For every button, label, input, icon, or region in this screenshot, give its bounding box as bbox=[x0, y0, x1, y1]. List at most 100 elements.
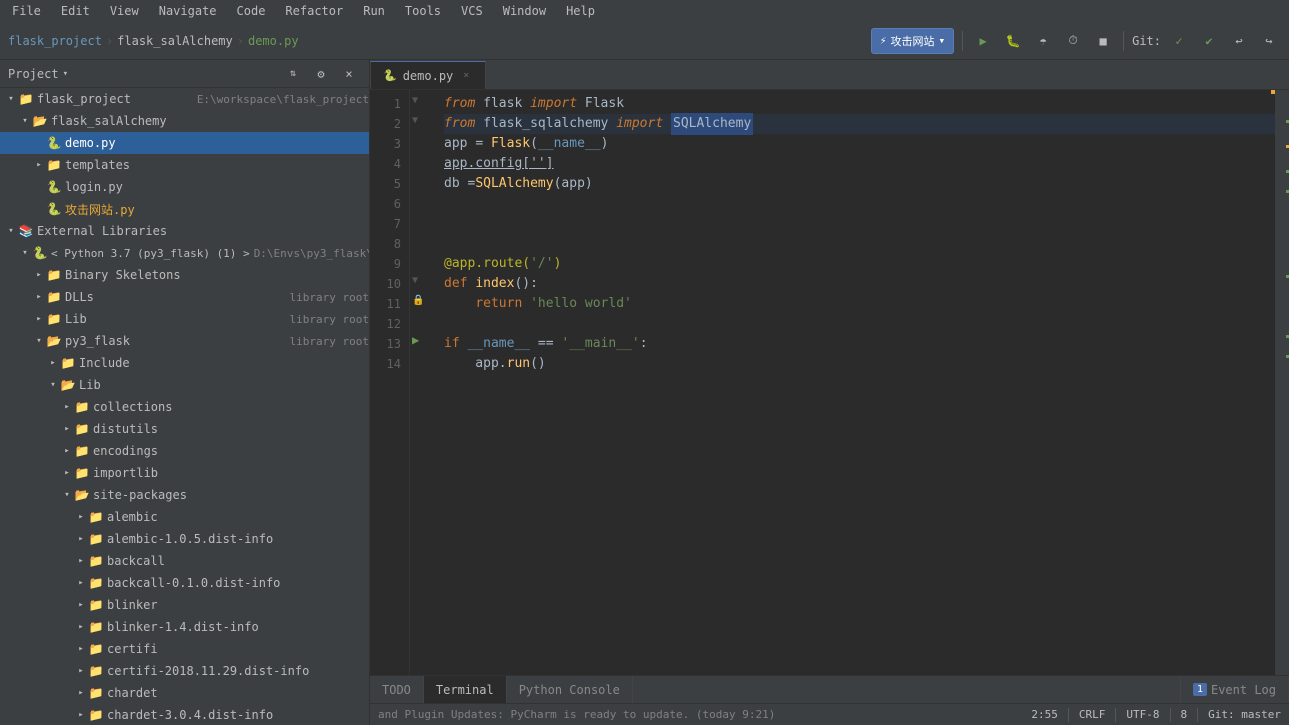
git-commit-icon[interactable]: ✓ bbox=[1167, 29, 1191, 53]
tree-item-site-packages[interactable]: 📂 site-packages bbox=[0, 484, 369, 506]
fold-icon-1[interactable]: ▼ bbox=[412, 90, 418, 110]
toolbar: flask_project › flask_salAlchemy › demo.… bbox=[0, 22, 1289, 60]
tree-item-blinker-dist[interactable]: 📁 blinker-1.4.dist-info bbox=[0, 616, 369, 638]
fold-icon-10[interactable]: ▼ bbox=[412, 270, 418, 290]
tree-item-external-libs[interactable]: 📚 External Libraries bbox=[0, 220, 369, 242]
run-button[interactable]: ▶ bbox=[971, 29, 995, 53]
tree-item-importlib[interactable]: 📁 importlib bbox=[0, 462, 369, 484]
tree-item-chardet-dist[interactable]: 📁 chardet-3.0.4.dist-info bbox=[0, 704, 369, 725]
tree-item-py3-flask[interactable]: 📂 py3_flask library root bbox=[0, 330, 369, 352]
importlib-icon: 📁 bbox=[74, 465, 90, 481]
git-redo-icon[interactable]: ↪ bbox=[1257, 29, 1281, 53]
tree-item-zgjw-py[interactable]: 🐍 攻击网站.py bbox=[0, 198, 369, 220]
menu-navigate[interactable]: Navigate bbox=[155, 2, 221, 20]
tree-item-encodings[interactable]: 📁 encodings bbox=[0, 440, 369, 462]
tree-item-alembic[interactable]: 📁 alembic bbox=[0, 506, 369, 528]
menu-run[interactable]: Run bbox=[359, 2, 389, 20]
git-check-icon[interactable]: ✔ bbox=[1197, 29, 1221, 53]
tree-item-backcall[interactable]: 📁 backcall bbox=[0, 550, 369, 572]
chardet-dist-label: chardet-3.0.4.dist-info bbox=[107, 708, 369, 722]
tree-item-backcall-dist[interactable]: 📁 backcall-0.1.0.dist-info bbox=[0, 572, 369, 594]
menu-window[interactable]: Window bbox=[499, 2, 550, 20]
terminal-label: Terminal bbox=[436, 683, 494, 697]
tree-item-certifi[interactable]: 📁 certifi bbox=[0, 638, 369, 660]
bottom-tab-terminal[interactable]: Terminal bbox=[424, 676, 507, 704]
tree-item-blinker[interactable]: 📁 blinker bbox=[0, 594, 369, 616]
debug-button[interactable]: 🐛 bbox=[1001, 29, 1025, 53]
website-button[interactable]: ⚡ 攻击网站 ▾ bbox=[871, 28, 954, 54]
collections-icon: 📁 bbox=[74, 399, 90, 415]
profile-button[interactable]: ⏱ bbox=[1061, 29, 1085, 53]
tree-item-include[interactable]: 📁 Include bbox=[0, 352, 369, 374]
breadcrumb-project[interactable]: flask_project bbox=[8, 34, 102, 48]
tree-item-distutils[interactable]: 📁 distutils bbox=[0, 418, 369, 440]
tree-item-binary-skeletons[interactable]: 📁 Binary Skeletons bbox=[0, 264, 369, 286]
status-bar: and Plugin Updates: PyCharm is ready to … bbox=[370, 703, 1289, 725]
menu-vcs[interactable]: VCS bbox=[457, 2, 487, 20]
tree-item-dlls[interactable]: 📁 DLLs library root bbox=[0, 286, 369, 308]
tree-item-alembic-dist[interactable]: 📁 alembic-1.0.5.dist-info bbox=[0, 528, 369, 550]
tree-item-login-py[interactable]: 🐍 login.py bbox=[0, 176, 369, 198]
run-arrow-13[interactable]: ▶ bbox=[412, 330, 419, 350]
expand-arrow-lib bbox=[32, 314, 46, 324]
chardet-dist-icon: 📁 bbox=[88, 707, 104, 723]
sidebar-content[interactable]: 📁 flask_project E:\workspace\flask_proje… bbox=[0, 88, 369, 725]
project-icon: 📁 bbox=[18, 91, 34, 107]
tree-item-templates[interactable]: 📁 templates bbox=[0, 154, 369, 176]
right-scrollbar[interactable] bbox=[1275, 90, 1289, 675]
tree-item-flask-salalchemy[interactable]: 📂 flask_salAlchemy bbox=[0, 110, 369, 132]
project-label: Project bbox=[8, 67, 59, 81]
tab-close-button[interactable]: × bbox=[459, 69, 473, 83]
bottom-tab-event-log[interactable]: 1 Event Log bbox=[1180, 676, 1289, 704]
indentation: 8 bbox=[1181, 708, 1188, 721]
code-editor[interactable]: 1 2 3 4 5 6 7 8 9 10 11 12 13 14 ▼ ▼ ▼ bbox=[370, 90, 1289, 675]
bottom-tab-todo[interactable]: TODO bbox=[370, 676, 424, 704]
settings-icon[interactable]: ⚙ bbox=[309, 62, 333, 86]
menu-code[interactable]: Code bbox=[233, 2, 270, 20]
tree-item-lib2[interactable]: 📂 Lib bbox=[0, 374, 369, 396]
status-sep4 bbox=[1197, 708, 1198, 722]
menu-view[interactable]: View bbox=[106, 2, 143, 20]
git-label: Git: bbox=[1132, 34, 1161, 48]
tree-item-python37[interactable]: 🐍 < Python 3.7 (py3_flask) (1) > D:\Envs… bbox=[0, 242, 369, 264]
coverage-button[interactable]: ☂ bbox=[1031, 29, 1055, 53]
fold-icon-2[interactable]: ▼ bbox=[412, 110, 418, 130]
lib2-folder-icon: 📂 bbox=[60, 377, 76, 393]
toolbar-separator bbox=[962, 31, 963, 51]
backcall-label: backcall bbox=[107, 554, 369, 568]
bottom-tab-python-console[interactable]: Python Console bbox=[507, 676, 633, 704]
zgjw-py-label: 攻击网站.py bbox=[65, 201, 369, 218]
breadcrumb-file[interactable]: demo.py bbox=[248, 34, 299, 48]
git-undo-icon[interactable]: ↩ bbox=[1227, 29, 1251, 53]
website-icon: ⚡ bbox=[880, 34, 887, 47]
collapse-all-button[interactable]: ⇅ bbox=[281, 62, 305, 86]
close-sidebar-icon[interactable]: × bbox=[337, 62, 361, 86]
tree-item-lib[interactable]: 📁 Lib library root bbox=[0, 308, 369, 330]
py3-folder-icon: 📂 bbox=[46, 333, 62, 349]
tree-item-collections[interactable]: 📁 collections bbox=[0, 396, 369, 418]
lib-label: Lib bbox=[65, 312, 286, 326]
dropdown-icon[interactable]: ▾ bbox=[63, 69, 68, 79]
menu-tools[interactable]: Tools bbox=[401, 2, 445, 20]
menu-refactor[interactable]: Refactor bbox=[281, 2, 347, 20]
expand-arrow-blinker-dist bbox=[74, 622, 88, 632]
stop-button[interactable]: ■ bbox=[1091, 29, 1115, 53]
tree-item-certifi-dist[interactable]: 📁 certifi-2018.11.29.dist-info bbox=[0, 660, 369, 682]
event-log-label: Event Log bbox=[1211, 683, 1276, 697]
tab-demo-py[interactable]: 🐍 demo.py × bbox=[370, 61, 486, 89]
code-line-14: app.run() bbox=[444, 354, 1275, 374]
tree-item-flask-project[interactable]: 📁 flask_project E:\workspace\flask_proje… bbox=[0, 88, 369, 110]
cursor-position: 2:55 bbox=[1031, 708, 1058, 721]
breadcrumb-module[interactable]: flask_salAlchemy bbox=[117, 34, 233, 48]
code-content[interactable]: from flask import Flask from flask_sqlal… bbox=[432, 90, 1275, 675]
dlls-folder-icon: 📁 bbox=[46, 289, 62, 305]
sidebar-header: Project ▾ ⇅ ⚙ × bbox=[0, 60, 369, 88]
git-branch[interactable]: Git: master bbox=[1208, 708, 1281, 721]
expand-arrow-backcall bbox=[74, 556, 88, 566]
menu-edit[interactable]: Edit bbox=[57, 2, 94, 20]
menu-file[interactable]: File bbox=[8, 2, 45, 20]
tree-item-chardet[interactable]: 📁 chardet bbox=[0, 682, 369, 704]
tree-item-demo-py[interactable]: 🐍 demo.py bbox=[0, 132, 369, 154]
menu-help[interactable]: Help bbox=[562, 2, 599, 20]
expand-arrow-importlib bbox=[60, 468, 74, 478]
